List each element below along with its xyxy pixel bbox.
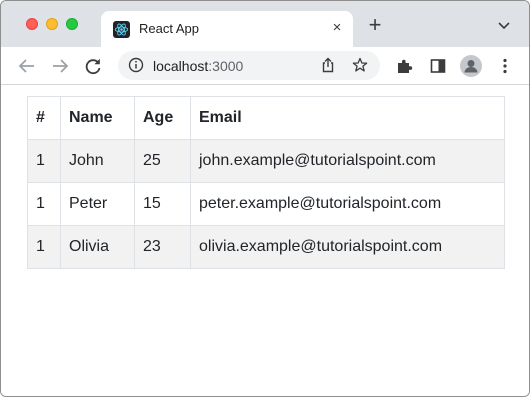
cell-number: 1: [27, 182, 61, 226]
cell-age: 15: [134, 182, 191, 226]
cell-age: 23: [134, 225, 191, 269]
cell-age: 25: [134, 139, 191, 183]
cell-email: olivia.example@tutorialspoint.com: [190, 225, 505, 269]
forward-arrow-icon[interactable]: [50, 56, 70, 76]
header-number: #: [27, 96, 61, 140]
page-content: # Name Age Email 1 John 25 john.example@…: [1, 86, 529, 396]
extensions-puzzle-icon[interactable]: [395, 56, 415, 76]
reload-icon[interactable]: [83, 56, 103, 76]
cell-name: Peter: [60, 182, 135, 226]
header-name: Name: [60, 96, 135, 140]
side-panel-icon[interactable]: [428, 56, 448, 76]
tab-close-icon[interactable]: ×: [329, 20, 345, 36]
cell-email: peter.example@tutorialspoint.com: [190, 182, 505, 226]
browser-window: React App × + localhost:3000 # Name Age …: [0, 0, 530, 397]
chevron-down-icon[interactable]: [497, 19, 511, 31]
star-icon[interactable]: [352, 57, 368, 73]
cell-number: 1: [27, 225, 61, 269]
share-icon[interactable]: [320, 57, 336, 73]
header-email: Email: [190, 96, 505, 140]
table-row: 1 John 25 john.example@tutorialspoint.co…: [27, 139, 505, 183]
cell-name: John: [60, 139, 135, 183]
more-vertical-icon[interactable]: [495, 56, 515, 76]
table-row: 1 Peter 15 peter.example@tutorialspoint.…: [27, 182, 505, 226]
header-age: Age: [134, 96, 191, 140]
tab-react-app[interactable]: React App ×: [101, 11, 353, 47]
tab-title: React App: [139, 21, 199, 36]
new-tab-button[interactable]: +: [365, 14, 385, 36]
profile-avatar-icon[interactable]: [460, 55, 482, 77]
address-bar[interactable]: localhost:3000: [118, 51, 380, 80]
table-header-row: # Name Age Email: [27, 96, 505, 140]
users-table: # Name Age Email 1 John 25 john.example@…: [27, 96, 505, 269]
minimize-window-icon[interactable]: [46, 18, 58, 30]
browser-toolbar: localhost:3000: [1, 47, 529, 85]
react-logo-icon: [113, 21, 130, 38]
cell-email: john.example@tutorialspoint.com: [190, 139, 505, 183]
info-icon[interactable]: [128, 57, 144, 73]
cell-name: Olivia: [60, 225, 135, 269]
url-host: localhost: [153, 58, 209, 74]
table-row: 1 Olivia 23 olivia.example@tutorialspoin…: [27, 225, 505, 269]
zoom-window-icon[interactable]: [66, 18, 78, 30]
close-window-icon[interactable]: [26, 18, 38, 30]
tab-strip: React App × +: [1, 1, 529, 47]
url-text[interactable]: localhost:3000: [153, 58, 243, 74]
cell-number: 1: [27, 139, 61, 183]
back-arrow-icon[interactable]: [17, 56, 37, 76]
url-port: :3000: [208, 58, 244, 74]
